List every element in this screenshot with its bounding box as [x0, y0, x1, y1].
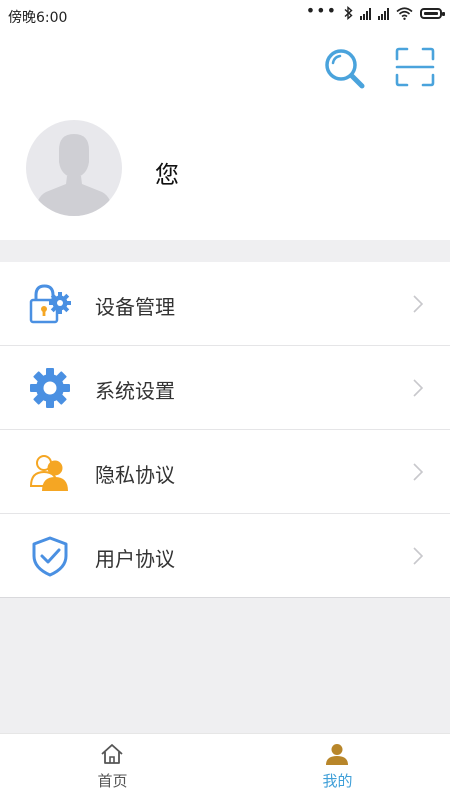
menu-item-label: 设备管理: [95, 295, 175, 319]
scan-icon: [395, 47, 435, 87]
status-bar: 傍晚6:00 •••: [0, 0, 450, 30]
menu-item-user-agreement[interactable]: 用户协议: [0, 514, 450, 598]
signal-icon-1: [360, 6, 371, 20]
search-icon: [325, 49, 365, 89]
chevron-right-icon: [413, 295, 424, 313]
signal-icon-2: [378, 6, 389, 20]
status-icons: •••: [305, 1, 445, 20]
search-button[interactable]: [322, 46, 368, 92]
menu-item-label: 用户协议: [95, 547, 175, 571]
menu-item-label: 隐私协议: [95, 463, 175, 487]
chevron-right-icon: [413, 463, 424, 481]
default-avatar-icon: [34, 134, 114, 216]
tab-home[interactable]: 首页: [0, 734, 225, 801]
person-icon: [326, 744, 348, 765]
scan-button[interactable]: [394, 46, 436, 88]
more-dots-icon: •••: [305, 1, 337, 20]
profile-header: 您: [0, 30, 450, 240]
tab-me-label: 我的: [322, 772, 353, 790]
tab-home-label: 首页: [97, 772, 128, 790]
status-time: 傍晚6:00: [8, 10, 68, 26]
username: 您: [155, 161, 179, 189]
home-icon: [101, 744, 123, 764]
wifi-icon: [396, 6, 413, 20]
gear-icon: [30, 368, 70, 408]
menu-item-privacy-policy[interactable]: 隐私协议: [0, 430, 450, 514]
menu-item-label: 系统设置: [95, 379, 175, 403]
bluetooth-icon: [344, 6, 353, 20]
tab-me[interactable]: 我的: [225, 734, 450, 801]
menu-item-device-management[interactable]: 设备管理: [0, 262, 450, 346]
shield-check-icon: [32, 536, 68, 577]
lock-gear-icon: [29, 284, 71, 324]
chevron-right-icon: [413, 379, 424, 397]
avatar[interactable]: [26, 120, 122, 216]
bottom-tab-bar: 首页 我的: [0, 733, 450, 801]
battery-icon: [420, 7, 445, 19]
settings-menu: 设备管理 系统设置 隐私协议 用户协议: [0, 262, 450, 598]
menu-item-system-settings[interactable]: 系统设置: [0, 346, 450, 430]
chevron-right-icon: [413, 547, 424, 565]
users-icon: [29, 455, 68, 491]
